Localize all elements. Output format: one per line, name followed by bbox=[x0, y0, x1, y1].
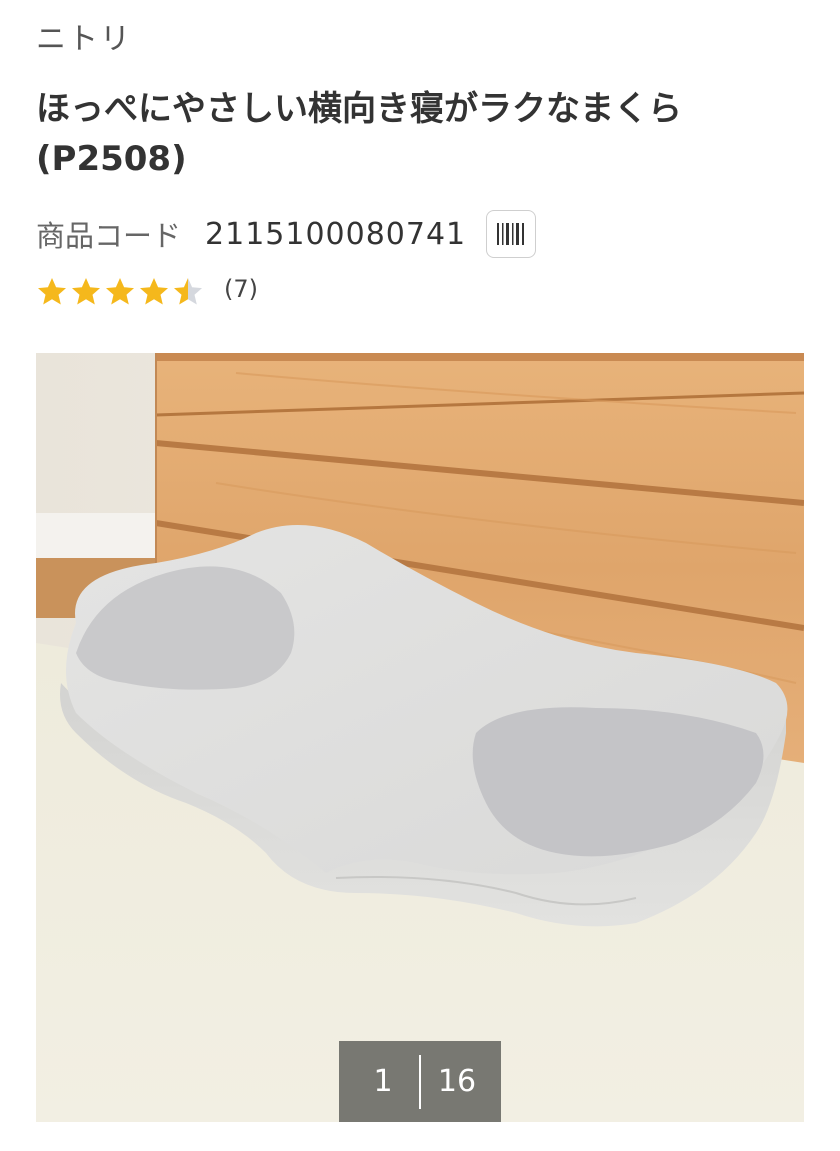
barcode-icon bbox=[497, 223, 525, 245]
pager-current: 1 bbox=[373, 1064, 393, 1099]
star-icon bbox=[38, 278, 66, 305]
brand-name[interactable]: ニトリ bbox=[36, 20, 132, 60]
product-code-value: 2115100080741 bbox=[205, 216, 467, 252]
barcode-button[interactable] bbox=[486, 210, 537, 258]
product-code-row: 商品コード 2115100080741 bbox=[36, 208, 537, 260]
star-icon bbox=[106, 278, 134, 305]
review-count[interactable]: (7) bbox=[224, 275, 258, 303]
star-icon bbox=[140, 278, 168, 305]
product-title: ほっぺにやさしい横向き寝がラクなまくら(P2508) bbox=[36, 89, 682, 179]
star-rating bbox=[36, 276, 206, 308]
product-code-label: 商品コード bbox=[36, 219, 182, 253]
pillow-photo bbox=[36, 353, 804, 1122]
star-icon bbox=[72, 278, 100, 305]
pager-total: 16 bbox=[437, 1064, 477, 1099]
product-image-gallery[interactable]: 1 16 bbox=[36, 353, 804, 1122]
image-pager[interactable]: 1 16 bbox=[339, 1041, 501, 1122]
star-icon bbox=[174, 278, 202, 305]
pager-divider bbox=[419, 1054, 421, 1109]
rating-row[interactable]: (7) bbox=[36, 272, 258, 312]
